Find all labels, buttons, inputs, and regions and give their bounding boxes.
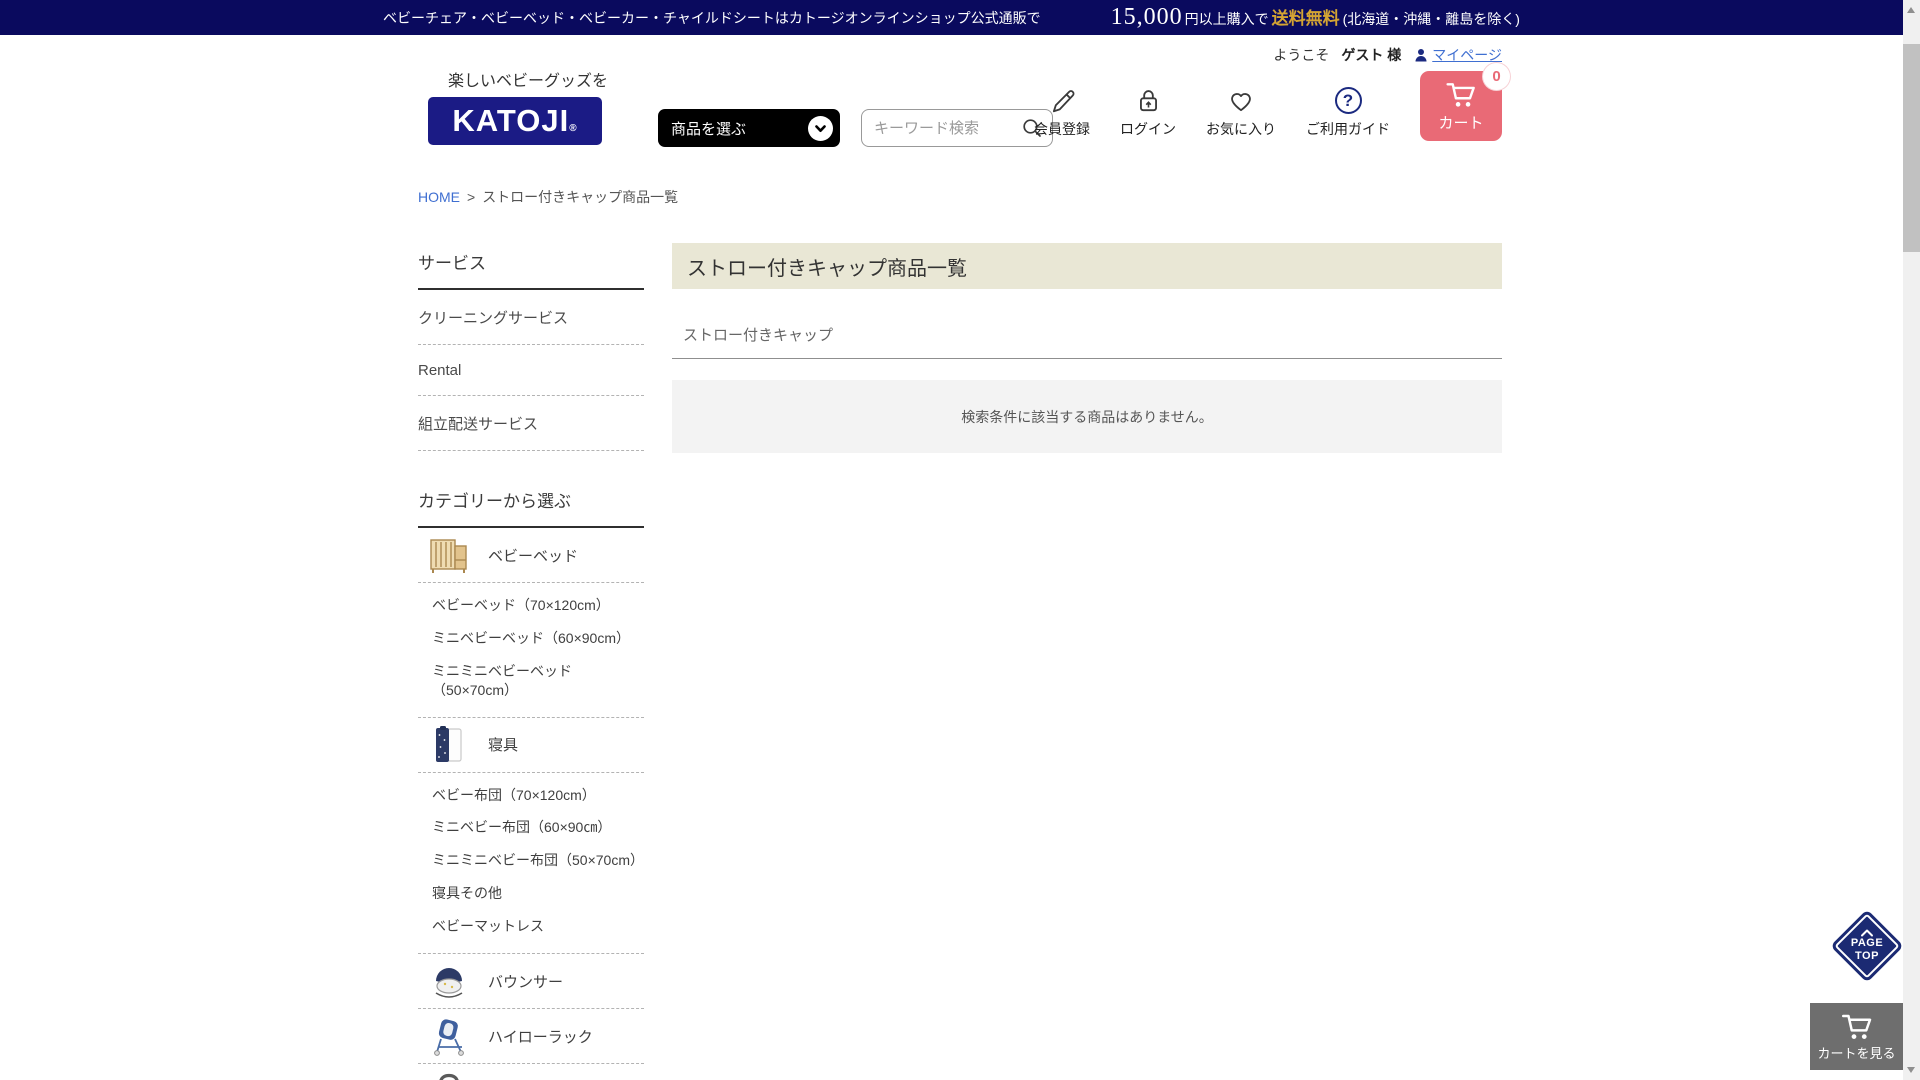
sidebar: サービス クリーニングサービス Rental 組立配送サービス カテゴリーから選… [418, 243, 644, 1080]
login-button[interactable]: ログイン [1120, 87, 1176, 141]
categories-heading: カテゴリーから選ぶ [418, 481, 644, 528]
chevron-down-icon [808, 116, 833, 141]
sidebar-item-baby-bed-70x120[interactable]: ベビーベッド（70×120cm） [432, 589, 644, 622]
pencil-icon [1049, 87, 1076, 114]
bedding-icon [428, 724, 470, 766]
guest-name: ゲスト 様 [1341, 45, 1401, 65]
welcome-text: ようこそ [1273, 45, 1329, 65]
breadcrumb-current: ストロー付きキャップ商品一覧 [482, 187, 678, 207]
main-content: ストロー付きキャップ商品一覧 ストロー付きキャップ 検索条件に該当する商品はあり… [672, 243, 1502, 453]
sidebar-item-mini-baby-futon-60x90[interactable]: ミニベビー布団（60×90㎝） [432, 811, 644, 844]
scrollbar-up-arrow[interactable] [1907, 7, 1915, 13]
cart-label: カート [1438, 112, 1483, 133]
sidebar-item-cleaning[interactable]: クリーニングサービス [418, 290, 644, 345]
tagline: 楽しいベビーグッズを [448, 67, 608, 91]
category-label: バウンサー [488, 971, 563, 992]
chevron-up-icon [1860, 929, 1874, 937]
scrollbar[interactable] [1903, 0, 1920, 1080]
announcement-bar: ベビーチェア・ベビーベッド・ベビーカー・チャイルドシートはカトージオンラインショ… [0, 0, 1920, 35]
lock-icon [1135, 87, 1162, 114]
login-label: ログイン [1120, 119, 1176, 139]
tab-row: ストロー付きキャップ [672, 324, 1502, 359]
favorites-button[interactable]: お気に入り [1206, 87, 1276, 141]
welcome-row: ようこそ ゲスト 様 マイページ [1273, 45, 1502, 65]
breadcrumb: HOME > ストロー付きキャップ商品一覧 [418, 187, 1502, 207]
heart-icon [1227, 87, 1255, 114]
bedding-sublist: ベビー布団（70×120cm） ミニベビー布団（60×90㎝） ミニミニベビー布… [418, 773, 644, 953]
register-button[interactable]: 会員登録 [1034, 87, 1090, 141]
breadcrumb-home-link[interactable]: HOME [418, 189, 460, 205]
sidebar-category-baby-bed[interactable]: ベビーベッド [418, 528, 644, 582]
sidebar-item-minimini-baby-bed-50x70[interactable]: ミニミニベビーベッド（50×70cm） [432, 655, 644, 707]
header: ようこそ ゲスト 様 マイページ 楽しいベビーグッズを KATOJI® 商品を選… [418, 35, 1502, 159]
sidebar-item-minimini-baby-futon-50x70[interactable]: ミニミニベビー布団（50×70cm） [432, 844, 644, 877]
sidebar-category-bedding[interactable]: 寝具 [418, 718, 644, 772]
mypage-label: マイページ [1432, 45, 1502, 65]
shipping-amount: 15,000 [1111, 4, 1183, 31]
shipping-amount-suffix: 円以上購入で [1185, 9, 1269, 29]
page-top-button[interactable]: PAGE TOP [1835, 914, 1899, 978]
category-label: ベビーベッド [488, 545, 578, 566]
baby-carrier-icon [428, 1070, 470, 1080]
register-label: 会員登録 [1034, 119, 1090, 139]
page-top-label-1: PAGE [1851, 937, 1883, 950]
search-input[interactable] [874, 120, 1021, 137]
baby-bed-sublist: ベビーベッド（70×120cm） ミニベビーベッド（60×90cm） ミニミニベ… [418, 583, 644, 717]
sidebar-item-baby-futon-70x120[interactable]: ベビー布団（70×120cm） [432, 779, 644, 812]
page-top-label-2: TOP [1855, 950, 1879, 963]
services-heading: サービス [418, 243, 644, 290]
cart-button[interactable]: 0 カート [1420, 71, 1502, 141]
cart-icon [1839, 1011, 1875, 1041]
sidebar-item-assembly-delivery[interactable]: 組立配送サービス [418, 396, 644, 451]
product-category-dropdown[interactable]: 商品を選ぶ [658, 109, 840, 147]
crib-icon [428, 534, 470, 576]
shipping-offer: 15,000 円以上購入で 送料無料 (北海道・沖縄・離島を除く) [1111, 4, 1520, 31]
favorites-label: お気に入り [1206, 119, 1276, 139]
logo-text: KATOJI [452, 103, 569, 139]
dropdown-label: 商品を選ぶ [671, 118, 746, 139]
breadcrumb-separator: > [467, 189, 475, 205]
question-icon: ? [1335, 87, 1362, 114]
search-box [861, 109, 1053, 147]
sidebar-category-bouncer[interactable]: バウンサー [418, 954, 644, 1008]
content: サービス クリーニングサービス Rental 組立配送サービス カテゴリーから選… [418, 243, 1502, 1080]
view-cart-label: カートを見る [1817, 1043, 1895, 1062]
cart-count-badge: 0 [1483, 63, 1510, 90]
sidebar-item-mini-baby-bed-60x90[interactable]: ミニベビーベッド（60×90cm） [432, 622, 644, 655]
highlow-rack-icon [428, 1015, 470, 1057]
sidebar-item-rental[interactable]: Rental [418, 345, 644, 396]
person-icon [1413, 47, 1429, 63]
category-label: 寝具 [488, 734, 518, 755]
scrollbar-down-arrow[interactable] [1907, 1067, 1915, 1073]
sidebar-category-baby-carrier[interactable]: ベビーキャリア [418, 1064, 644, 1080]
bouncer-icon [428, 960, 470, 1002]
sidebar-category-highlow-rack[interactable]: ハイローラック [418, 1009, 644, 1063]
katoji-logo[interactable]: KATOJI® [428, 97, 602, 145]
guide-button[interactable]: ? ご利用ガイド [1306, 87, 1390, 141]
guide-label: ご利用ガイド [1306, 119, 1390, 139]
scrollbar-thumb[interactable] [1903, 44, 1920, 252]
no-results-message: 検索条件に該当する商品はありません。 [672, 380, 1502, 453]
shipping-note: (北海道・沖縄・離島を除く) [1343, 9, 1520, 29]
mypage-link[interactable]: マイページ [1413, 45, 1502, 65]
sidebar-item-bedding-other[interactable]: 寝具その他 [432, 877, 644, 910]
registered-mark: ® [569, 123, 577, 134]
header-nav: 会員登録 ログイン お気に入り ? ご利用ガ [1034, 71, 1502, 141]
tab-straw-cap: ストロー付きキャップ [683, 327, 833, 344]
announcement-text: ベビーチェア・ベビーベッド・ベビーカー・チャイルドシートはカトージオンラインショ… [383, 8, 1041, 28]
category-label: ハイローラック [488, 1026, 593, 1047]
sidebar-item-baby-mattress[interactable]: ベビーマットレス [432, 910, 644, 943]
page-title: ストロー付きキャップ商品一覧 [672, 243, 1502, 289]
cart-icon [1444, 79, 1478, 109]
view-cart-button[interactable]: カートを見る [1810, 1003, 1903, 1070]
free-shipping-text: 送料無料 [1272, 4, 1340, 29]
